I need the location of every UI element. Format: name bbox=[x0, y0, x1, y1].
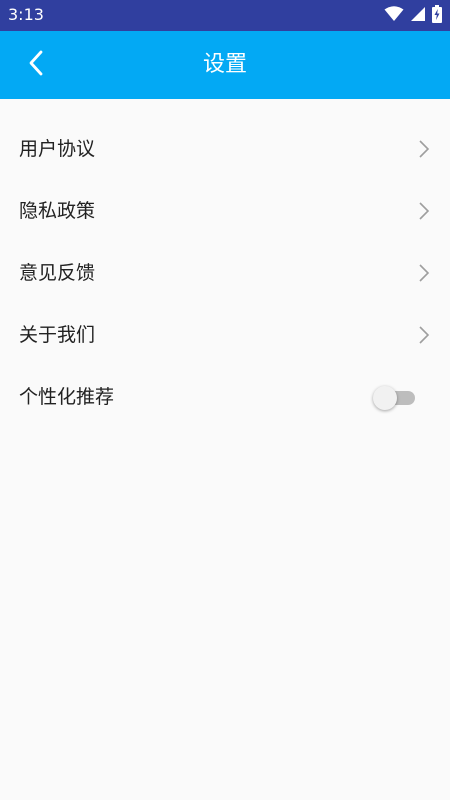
personalized-recommendation-toggle[interactable] bbox=[373, 386, 417, 410]
setting-label: 用户协议 bbox=[19, 138, 96, 160]
chevron-right-icon bbox=[418, 325, 430, 345]
setting-label: 个性化推荐 bbox=[19, 386, 115, 408]
cellular-signal-icon bbox=[410, 6, 426, 26]
status-time: 3:13 bbox=[8, 5, 44, 24]
setting-label: 关于我们 bbox=[19, 324, 96, 346]
chevron-left-icon bbox=[28, 50, 44, 80]
setting-personalized-recommendation: 个性化推荐 bbox=[0, 366, 450, 428]
chevron-right-icon bbox=[418, 201, 430, 221]
toggle-thumb bbox=[373, 386, 397, 410]
wifi-icon bbox=[384, 5, 404, 26]
battery-charging-icon bbox=[432, 4, 442, 27]
page-title: 设置 bbox=[202, 52, 247, 77]
back-button[interactable] bbox=[16, 45, 56, 85]
setting-about-us[interactable]: 关于我们 bbox=[0, 304, 450, 366]
setting-label: 隐私政策 bbox=[19, 200, 96, 222]
settings-list: 用户协议 隐私政策 意见反馈 关于我们 个性化推荐 bbox=[0, 118, 450, 428]
chevron-right-icon bbox=[418, 263, 430, 283]
app-bar: 设置 bbox=[0, 31, 450, 99]
setting-user-agreement[interactable]: 用户协议 bbox=[0, 118, 450, 180]
setting-label: 意见反馈 bbox=[19, 262, 96, 284]
status-bar: 3:13 bbox=[0, 0, 450, 31]
setting-feedback[interactable]: 意见反馈 bbox=[0, 242, 450, 304]
chevron-right-icon bbox=[418, 139, 430, 159]
setting-privacy-policy[interactable]: 隐私政策 bbox=[0, 180, 450, 242]
status-icons bbox=[384, 4, 442, 27]
